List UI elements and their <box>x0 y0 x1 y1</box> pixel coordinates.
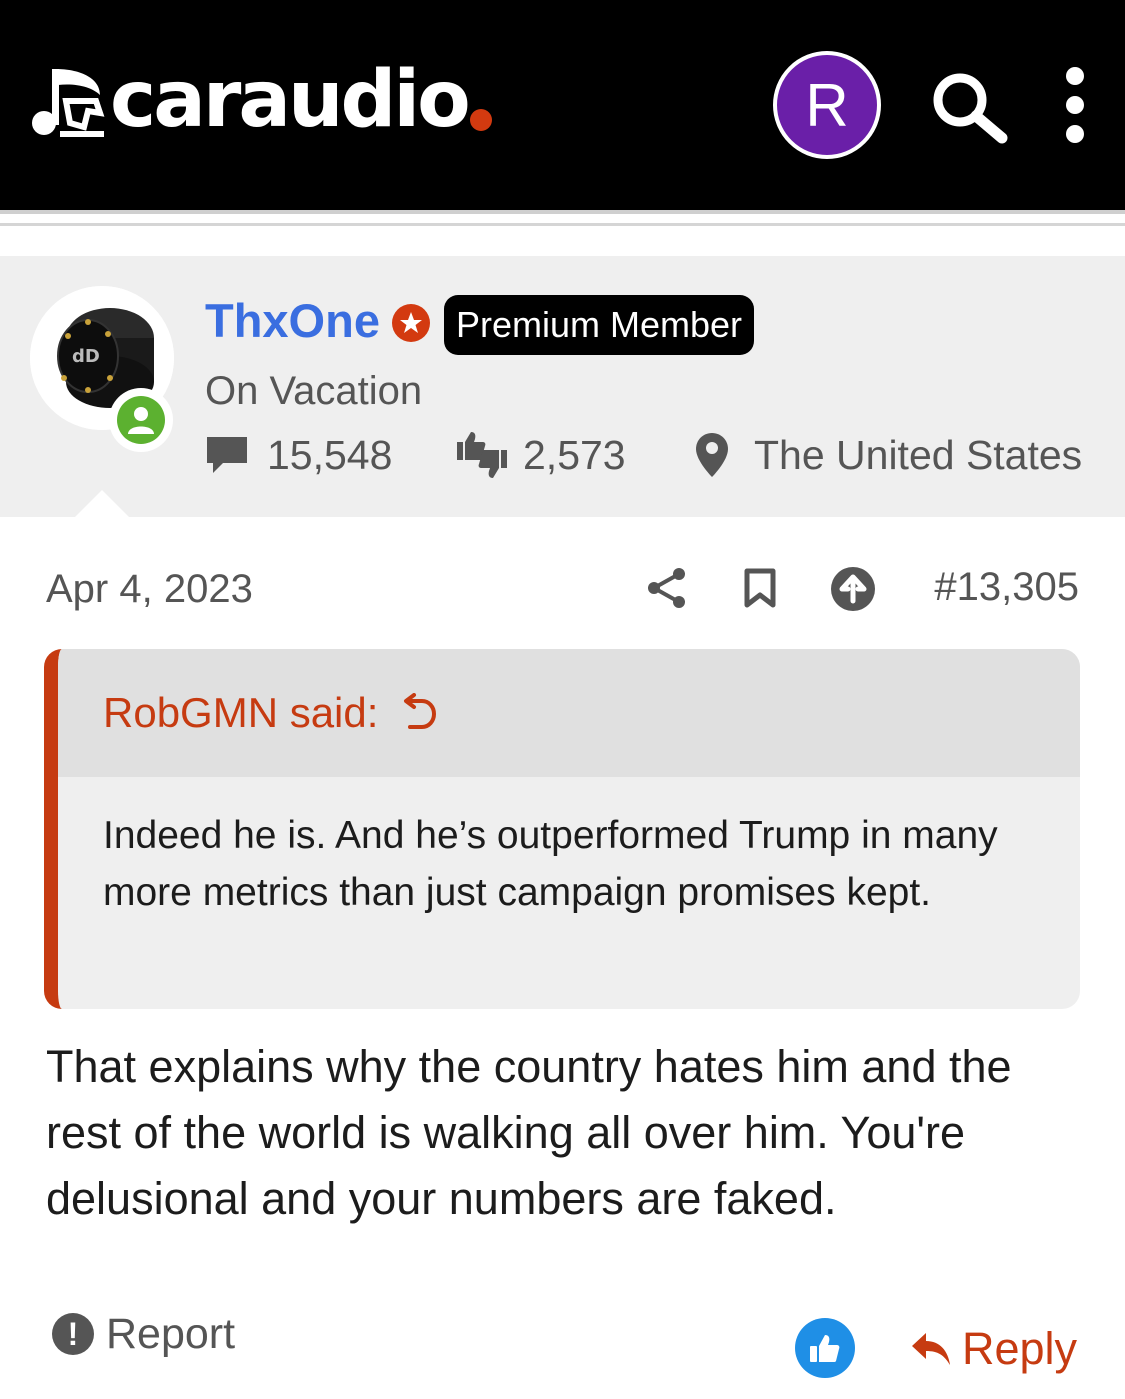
upvote-button[interactable] <box>830 566 876 617</box>
map-pin-icon <box>696 433 728 477</box>
svg-text:dD: dD <box>72 346 100 367</box>
report-button[interactable]: ! Report <box>52 1306 235 1362</box>
premium-member-badge: Premium Member <box>444 295 755 355</box>
post-body: That explains why the country hates him … <box>46 1041 1012 1224</box>
more-vertical-icon <box>1066 67 1084 143</box>
quote-author[interactable]: RobGMN said: <box>103 689 378 737</box>
panel-pointer <box>74 490 130 518</box>
jump-to-quote-button[interactable] <box>400 693 437 733</box>
quote-text: Indeed he is. And he’s outperformed Trum… <box>103 814 998 914</box>
bookmark-button[interactable] <box>744 568 776 613</box>
post-date[interactable]: Apr 4, 2023 <box>46 566 253 612</box>
author-title: On Vacation <box>205 369 423 413</box>
message-count-value: 15,548 <box>267 431 393 478</box>
author-username[interactable]: ThxOne <box>205 294 380 348</box>
more-menu-button[interactable] <box>1052 66 1098 146</box>
share-icon <box>648 568 685 608</box>
divider <box>0 223 1125 226</box>
star-badge-icon <box>392 304 430 342</box>
reply-label: Reply <box>962 1323 1078 1374</box>
alert-icon: ! <box>52 1313 94 1355</box>
reply-arrow-icon <box>912 1333 950 1365</box>
share-button[interactable] <box>645 566 689 615</box>
arrow-up-circle-icon <box>831 567 875 611</box>
music-note-logo-icon <box>32 69 105 137</box>
account-initial: R <box>805 71 849 139</box>
quote-block: RobGMN said: Indeed he is. And he’s outp… <box>44 649 1080 1009</box>
user-icon <box>128 407 154 434</box>
author-location-value: The United States <box>754 431 1083 478</box>
logo-dot <box>469 109 492 131</box>
bookmark-icon <box>744 568 776 608</box>
message-count: 15,548 <box>205 430 392 480</box>
comment-icon <box>207 437 247 473</box>
logo-wordmark: caraudio <box>110 55 471 145</box>
like-button[interactable] <box>795 1318 855 1378</box>
header-shadow <box>0 210 1125 214</box>
reply-button[interactable]: Reply <box>910 1320 1077 1378</box>
thumbs-up-down-icon <box>457 432 507 478</box>
account-avatar-button[interactable]: R <box>773 51 881 159</box>
quote-header: RobGMN said: <box>58 649 1080 777</box>
post-number[interactable]: #13,305 <box>934 564 1079 610</box>
search-icon <box>933 73 1008 144</box>
undo-arrow-icon <box>404 693 437 729</box>
online-status-indicator <box>109 388 173 452</box>
site-logo[interactable]: caraudio <box>30 58 492 142</box>
search-button[interactable] <box>930 70 1014 144</box>
top-bar: caraudio R <box>0 0 1125 210</box>
reaction-score: 2,573 <box>455 430 626 480</box>
thumbs-up-icon <box>810 1335 840 1362</box>
report-label: Report <box>106 1309 236 1358</box>
author-location: The United States <box>696 430 1082 480</box>
reaction-score-value: 2,573 <box>523 431 626 478</box>
